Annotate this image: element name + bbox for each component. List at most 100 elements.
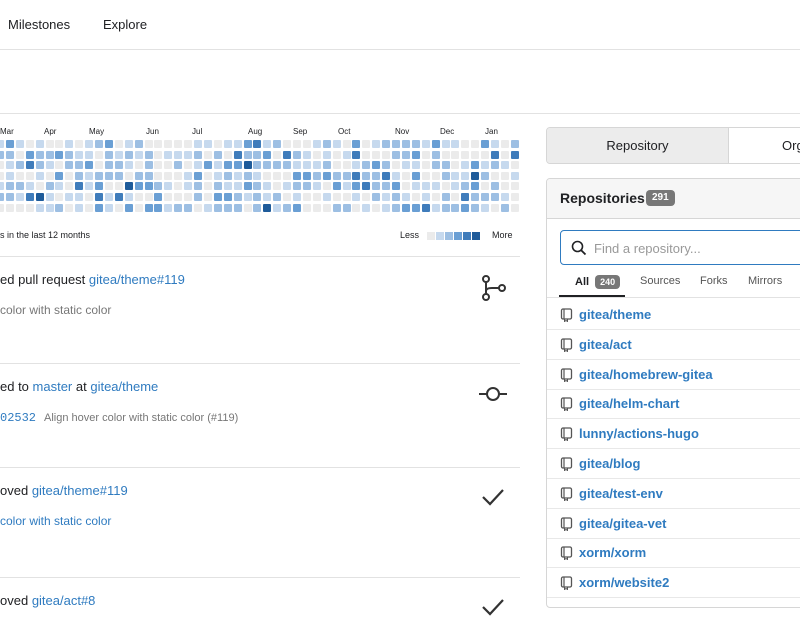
heatmap-cell[interactable] (95, 193, 103, 201)
heatmap-cell[interactable] (302, 203, 311, 212)
heatmap-cell[interactable] (114, 140, 123, 148)
heatmap-cell[interactable] (203, 140, 212, 148)
heatmap-cell[interactable] (144, 182, 153, 191)
heatmap-cell[interactable] (15, 161, 24, 170)
heatmap-cell[interactable] (203, 182, 212, 191)
heatmap-cell[interactable] (382, 182, 391, 191)
heatmap-cell[interactable] (95, 140, 103, 148)
heatmap-cell[interactable] (134, 161, 143, 170)
heatmap-cell[interactable] (243, 203, 252, 212)
heatmap-cell[interactable] (15, 171, 24, 180)
heatmap-cell[interactable] (491, 150, 499, 159)
heatmap-cell[interactable] (164, 150, 173, 159)
heatmap-cell[interactable] (213, 203, 222, 212)
heatmap-cell[interactable] (471, 171, 480, 180)
heatmap-cell[interactable] (233, 150, 242, 159)
heatmap-cell[interactable] (45, 182, 54, 191)
heatmap-cell[interactable] (263, 161, 272, 170)
heatmap-cell[interactable] (322, 203, 331, 212)
heatmap-cell[interactable] (401, 182, 410, 191)
heatmap-cell[interactable] (194, 150, 202, 159)
heatmap-cell[interactable] (223, 150, 232, 159)
heatmap-cell[interactable] (164, 193, 173, 201)
heatmap-cell[interactable] (510, 171, 519, 180)
heatmap-cell[interactable] (124, 140, 133, 148)
heatmap-cell[interactable] (273, 161, 282, 170)
commit-sha-link[interactable]: 02532 (0, 411, 36, 425)
heatmap-cell[interactable] (25, 182, 34, 191)
heatmap-cell[interactable] (312, 161, 321, 170)
heatmap-cell[interactable] (203, 171, 212, 180)
heatmap-cell[interactable] (362, 161, 371, 170)
heatmap-cell[interactable] (312, 193, 321, 201)
heatmap-cell[interactable] (164, 171, 173, 180)
heatmap-cell[interactable] (342, 182, 351, 191)
heatmap-cell[interactable] (342, 161, 351, 170)
heatmap-cell[interactable] (213, 150, 222, 159)
heatmap-cell[interactable] (35, 140, 44, 148)
heatmap-cell[interactable] (35, 150, 44, 159)
heatmap-cell[interactable] (322, 193, 331, 201)
heatmap-cell[interactable] (293, 140, 301, 148)
repo-link[interactable]: gitea/homebrew-gitea (579, 367, 713, 382)
heatmap-cell[interactable] (263, 150, 272, 159)
heatmap-cell[interactable] (65, 203, 74, 212)
heatmap-cell[interactable] (194, 193, 202, 201)
heatmap-cell[interactable] (510, 182, 519, 191)
heatmap-cell[interactable] (302, 171, 311, 180)
heatmap-cell[interactable] (411, 203, 420, 212)
heatmap-cell[interactable] (471, 182, 480, 191)
heatmap-cell[interactable] (322, 150, 331, 159)
heatmap-cell[interactable] (35, 193, 44, 201)
heatmap-cell[interactable] (342, 150, 351, 159)
heatmap-cell[interactable] (15, 203, 24, 212)
heatmap-cell[interactable] (144, 203, 153, 212)
heatmap-cell[interactable] (401, 203, 410, 212)
heatmap-cell[interactable] (322, 171, 331, 180)
heatmap-cell[interactable] (441, 140, 450, 148)
repo-link[interactable]: xorm/xorm (579, 545, 646, 560)
heatmap-cell[interactable] (154, 171, 163, 180)
heatmap-cell[interactable] (411, 161, 420, 170)
repo-link[interactable]: lunny/actions-hugo (579, 426, 699, 441)
heatmap-cell[interactable] (461, 161, 470, 170)
heatmap-cell[interactable] (35, 161, 44, 170)
heatmap-cell[interactable] (164, 161, 173, 170)
heatmap-cell[interactable] (25, 203, 34, 212)
heatmap-cell[interactable] (164, 203, 173, 212)
heatmap-cell[interactable] (421, 150, 430, 159)
heatmap-cell[interactable] (233, 203, 242, 212)
heatmap-cell[interactable] (362, 193, 371, 201)
heatmap-cell[interactable] (154, 150, 163, 159)
heatmap-cell[interactable] (15, 182, 24, 191)
filter-sources[interactable]: Sources (640, 275, 680, 287)
heatmap-cell[interactable] (382, 193, 391, 201)
heatmap-cell[interactable] (55, 140, 64, 148)
heatmap-cell[interactable] (104, 161, 113, 170)
heatmap-cell[interactable] (223, 203, 232, 212)
heatmap-cell[interactable] (431, 182, 440, 191)
heatmap-cell[interactable] (342, 140, 351, 148)
heatmap-cell[interactable] (75, 171, 84, 180)
heatmap-cell[interactable] (481, 193, 490, 201)
heatmap-cell[interactable] (55, 161, 64, 170)
heatmap-cell[interactable] (283, 171, 292, 180)
heatmap-cell[interactable] (491, 193, 499, 201)
heatmap-cell[interactable] (174, 193, 183, 201)
heatmap-cell[interactable] (471, 140, 480, 148)
heatmap-cell[interactable] (273, 203, 282, 212)
heatmap-cell[interactable] (233, 140, 242, 148)
heatmap-cell[interactable] (184, 193, 193, 201)
heatmap-cell[interactable] (243, 140, 252, 148)
heatmap-cell[interactable] (382, 171, 391, 180)
nav-explore[interactable]: Explore (103, 17, 147, 32)
heatmap-cell[interactable] (174, 140, 183, 148)
heatmap-cell[interactable] (184, 140, 193, 148)
heatmap-cell[interactable] (134, 182, 143, 191)
heatmap-cell[interactable] (65, 193, 74, 201)
heatmap-cell[interactable] (233, 161, 242, 170)
heatmap-cell[interactable] (253, 193, 262, 201)
heatmap-cell[interactable] (95, 182, 103, 191)
heatmap-cell[interactable] (481, 161, 490, 170)
heatmap-cell[interactable] (5, 182, 14, 191)
